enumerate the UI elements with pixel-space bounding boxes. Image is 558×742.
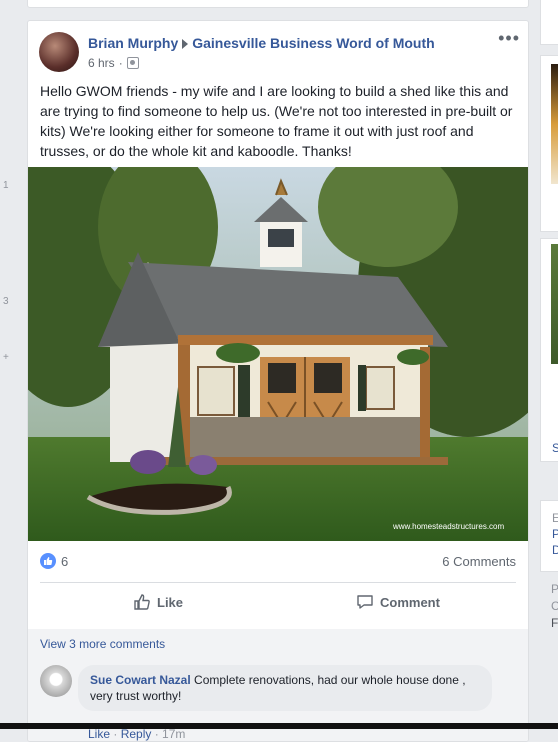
sidebar-text: F — [551, 616, 558, 630]
sidebar-card — [540, 55, 558, 232]
shed-photo[interactable]: www.homesteadstructures.com — [28, 167, 528, 541]
commenter-avatar[interactable] — [40, 665, 72, 697]
sidebar-text: C — [551, 599, 558, 613]
sidebar-thumbnail[interactable] — [551, 244, 558, 364]
post-header: Brian Murphy Gainesville Business Word of… — [88, 35, 435, 51]
sidebar-text: E — [552, 511, 558, 525]
post-meta: 6 hrs · — [88, 56, 139, 70]
separator: · — [110, 727, 121, 741]
comment-button[interactable]: Comment — [356, 593, 440, 611]
post-text: Hello GWOM friends - my wife and I are l… — [40, 83, 513, 159]
comment-label: Comment — [380, 594, 440, 610]
commenter-name[interactable]: Sue Cowart Nazal — [90, 673, 191, 687]
author-avatar[interactable] — [39, 32, 79, 72]
feed-post: Brian Murphy Gainesville Business Word of… — [27, 20, 529, 742]
comment-bubble: Sue Cowart Nazal Complete renovations, h… — [78, 665, 492, 711]
rail-count-1: 1 — [3, 180, 9, 191]
more-options-button[interactable]: ••• — [498, 29, 520, 47]
sidebar-card — [540, 0, 558, 45]
group-audience-icon — [126, 57, 139, 69]
comment-like-link[interactable]: Like — [88, 727, 110, 741]
triangle-right-icon — [182, 39, 189, 50]
group-name[interactable]: Gainesville Business Word of Mouth — [192, 35, 434, 51]
sidebar-text: P — [551, 582, 558, 596]
comment-icon — [357, 595, 373, 609]
sidebar-link[interactable]: D — [552, 543, 558, 557]
like-label: Like — [157, 594, 184, 610]
thumbs-up-icon — [40, 553, 56, 569]
sidebar-card: E P D — [540, 500, 558, 572]
comment-time[interactable]: 17m — [162, 727, 185, 741]
author-name[interactable]: Brian Murphy — [88, 35, 178, 51]
rail-count-2: 3 — [3, 296, 9, 307]
sidebar-link[interactable]: S — [552, 441, 558, 455]
sidebar-card: S — [540, 238, 558, 462]
sidebar-link[interactable]: P — [552, 527, 558, 541]
divider — [40, 582, 516, 583]
comment-reply-link[interactable]: Reply — [121, 727, 152, 741]
window-bottom-edge — [0, 723, 558, 729]
previous-post-card — [27, 0, 529, 8]
thumbs-up-outline-icon — [134, 594, 150, 610]
like-button[interactable]: Like — [133, 593, 183, 611]
right-sidebar: S E P D P C F — [540, 0, 558, 729]
comments-count[interactable]: 6 Comments — [442, 554, 516, 569]
post-time[interactable]: 6 hrs — [88, 56, 115, 70]
like-count: 6 — [61, 553, 69, 569]
left-rail: 1 3 + — [0, 0, 22, 729]
sidebar-thumbnail[interactable] — [551, 64, 558, 184]
view-more-comments-link[interactable]: View 3 more comments — [40, 637, 165, 651]
dot-separator: · — [118, 56, 123, 70]
image-watermark: www.homesteadstructures.com — [392, 522, 504, 531]
comment-actions: Like · Reply · 17m — [88, 727, 185, 741]
reactions-summary[interactable]: 6 — [40, 553, 68, 569]
separator: · — [151, 727, 163, 741]
rail-count-3: + — [3, 352, 9, 363]
